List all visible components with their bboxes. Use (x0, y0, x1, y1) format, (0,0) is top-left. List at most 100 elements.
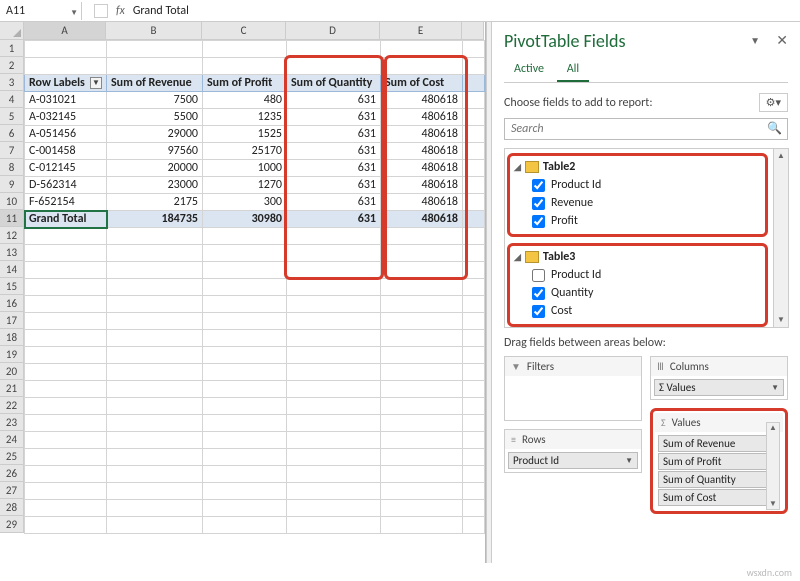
scroll-down-icon[interactable]: ▼ (774, 313, 788, 327)
cell-empty[interactable] (463, 211, 485, 228)
cell[interactable]: 23000 (107, 177, 203, 194)
cell[interactable] (203, 517, 287, 534)
cell[interactable] (287, 347, 381, 364)
columns-pill-values[interactable]: Σ Values▼ (654, 379, 784, 396)
cell-empty[interactable] (463, 398, 485, 415)
cell[interactable] (203, 330, 287, 347)
cell[interactable] (203, 228, 287, 245)
values-pill-sum-of-profit[interactable]: Sum of Profit▼ (658, 453, 780, 470)
rowhdr-16[interactable]: 16 (0, 295, 24, 312)
rowhdr-13[interactable]: 13 (0, 244, 24, 261)
cell[interactable] (107, 449, 203, 466)
cell[interactable]: 480618 (381, 177, 463, 194)
cell[interactable] (287, 313, 381, 330)
rowhdr-1[interactable]: 1 (0, 40, 24, 57)
field-checkbox[interactable] (532, 305, 545, 318)
rowhdr-7[interactable]: 7 (0, 142, 24, 159)
cell[interactable] (287, 398, 381, 415)
cell-empty[interactable] (463, 194, 485, 211)
cell-empty[interactable] (463, 75, 485, 92)
panel-options-icon[interactable]: ▼ (750, 34, 760, 47)
chevron-down-icon[interactable]: ▼ (771, 383, 779, 393)
cell[interactable] (287, 517, 381, 534)
cell[interactable] (25, 347, 107, 364)
cell[interactable] (107, 41, 203, 58)
cell[interactable] (381, 279, 463, 296)
rowhdr-12[interactable]: 12 (0, 227, 24, 244)
field-list[interactable]: ◢Table2Product IdRevenueProfit◢Table3Pro… (504, 148, 788, 328)
cell[interactable]: 25170 (203, 143, 287, 160)
cell[interactable]: A-051456 (25, 126, 107, 143)
field-profit[interactable]: Profit (514, 212, 761, 230)
select-all-corner[interactable] (0, 22, 24, 40)
cell[interactable] (107, 228, 203, 245)
cell[interactable] (25, 483, 107, 500)
colhdr-extra[interactable] (462, 22, 484, 40)
cell[interactable] (381, 58, 463, 75)
cell-empty[interactable] (463, 381, 485, 398)
cell[interactable]: C-001458 (25, 143, 107, 160)
cell[interactable] (381, 517, 463, 534)
scroll-up-icon[interactable]: ▲ (767, 423, 779, 433)
cell[interactable] (287, 381, 381, 398)
cell[interactable] (25, 296, 107, 313)
cell[interactable] (381, 466, 463, 483)
cell[interactable]: 480618 (381, 160, 463, 177)
cell[interactable] (25, 466, 107, 483)
cell[interactable] (287, 364, 381, 381)
rowhdr-8[interactable]: 8 (0, 159, 24, 176)
cell[interactable]: Grand Total (25, 211, 107, 228)
cell[interactable] (381, 41, 463, 58)
cell[interactable]: C-012145 (25, 160, 107, 177)
cell[interactable] (287, 228, 381, 245)
cell[interactable] (25, 58, 107, 75)
cell[interactable]: 300 (203, 194, 287, 211)
rowhdr-5[interactable]: 5 (0, 108, 24, 125)
cell[interactable] (381, 296, 463, 313)
rowhdr-15[interactable]: 15 (0, 278, 24, 295)
values-scrollbar[interactable]: ▲▼ (766, 422, 780, 510)
rowlabels-dropdown[interactable]: ▼ (90, 77, 102, 89)
cell-empty[interactable] (463, 517, 485, 534)
cell[interactable]: Sum of Profit (203, 75, 287, 92)
scroll-up-icon[interactable]: ▲ (774, 149, 788, 163)
cell[interactable]: 7500 (107, 92, 203, 109)
field-quantity[interactable]: Quantity (514, 284, 761, 302)
cell[interactable] (381, 449, 463, 466)
cell[interactable] (25, 517, 107, 534)
cell[interactable] (203, 483, 287, 500)
values-pill-sum-of-cost[interactable]: Sum of Cost▼ (658, 489, 780, 506)
cell[interactable]: 631 (287, 211, 381, 228)
cell[interactable] (203, 364, 287, 381)
cell-empty[interactable] (463, 126, 485, 143)
cell[interactable]: F-652154 (25, 194, 107, 211)
cell[interactable] (107, 381, 203, 398)
cell-empty[interactable] (463, 296, 485, 313)
cell[interactable]: 480618 (381, 109, 463, 126)
rowhdr-3[interactable]: 3 (0, 74, 24, 91)
field-checkbox[interactable] (532, 287, 545, 300)
cell[interactable] (25, 449, 107, 466)
cell[interactable] (287, 58, 381, 75)
cell[interactable] (25, 432, 107, 449)
cell[interactable]: Sum of Cost (381, 75, 463, 92)
cell[interactable] (25, 398, 107, 415)
values-area[interactable]: ΣValues Sum of Revenue▼Sum of Profit▼Sum… (655, 413, 783, 509)
cell[interactable] (203, 347, 287, 364)
cell[interactable] (107, 466, 203, 483)
field-product-id[interactable]: Product Id (514, 176, 761, 194)
field-checkbox[interactable] (532, 179, 545, 192)
cell[interactable] (25, 381, 107, 398)
cell[interactable] (203, 296, 287, 313)
chevron-down-icon[interactable]: ▼ (625, 456, 633, 466)
cell[interactable]: 480618 (381, 92, 463, 109)
cell[interactable] (203, 279, 287, 296)
rowhdr-11[interactable]: 11 (0, 210, 24, 227)
cell[interactable] (25, 41, 107, 58)
cell[interactable]: 29000 (107, 126, 203, 143)
cell[interactable]: 631 (287, 194, 381, 211)
search-input[interactable] (504, 118, 788, 140)
cell[interactable]: A-032145 (25, 109, 107, 126)
cell[interactable]: 631 (287, 177, 381, 194)
cell[interactable] (203, 58, 287, 75)
